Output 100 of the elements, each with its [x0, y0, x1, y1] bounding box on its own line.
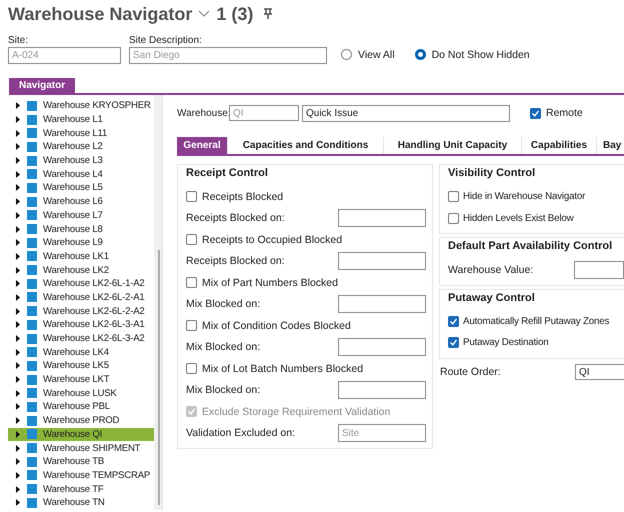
date-field[interactable] — [338, 252, 426, 270]
warehouse-icon — [27, 470, 37, 480]
tree-item[interactable]: Warehouse QI — [8, 428, 154, 442]
warehouse-icon — [27, 320, 37, 330]
group-title: Default Part Availability Control — [448, 240, 614, 254]
tree-item[interactable]: Warehouse L4 — [8, 167, 154, 182]
tree-item[interactable]: Warehouse L8 — [8, 222, 154, 236]
warehouse-icon — [27, 388, 37, 398]
checkbox[interactable] — [186, 234, 197, 246]
field-label: Warehouse: — [177, 108, 229, 118]
tab[interactable]: Capabilities — [522, 137, 597, 154]
tree-item[interactable]: Warehouse LUSK — [8, 386, 154, 400]
checkbox[interactable] — [448, 316, 459, 327]
group-title: Visibility Control — [448, 167, 536, 181]
checkbox-label: Putaway Destination — [463, 337, 549, 348]
tree-item[interactable]: Warehouse L5 — [8, 181, 154, 195]
warehouse-icon — [27, 360, 37, 371]
checkbox[interactable] — [186, 277, 197, 288]
warehouse-icon — [27, 265, 37, 276]
navigator-tab[interactable]: Navigator — [9, 78, 76, 93]
checkbox-label: Mix of Part Numbers Blocked — [202, 276, 338, 289]
radio-button[interactable] — [341, 49, 352, 60]
tab[interactable]: Bay — [597, 137, 624, 154]
tree-item[interactable]: Warehouse PROD — [8, 414, 154, 428]
tree-item[interactable]: Warehouse LK2-6L-2-A2 — [8, 304, 154, 318]
field-label: Site Description: — [129, 35, 203, 46]
tree-item[interactable]: Warehouse L7 — [8, 208, 154, 222]
checkbox[interactable] — [448, 337, 459, 348]
warehouse-icon — [27, 182, 37, 193]
tree-item[interactable]: Warehouse L6 — [8, 194, 154, 208]
pin-icon[interactable] — [263, 8, 274, 20]
scrollbar-thumb[interactable] — [158, 250, 160, 505]
tree-item[interactable]: Warehouse LK2-6L-3-A1 — [8, 318, 154, 332]
tree-item[interactable]: Warehouse LK2-6L-2-A1 — [8, 290, 154, 304]
tree-item[interactable]: Warehouse PBL — [8, 400, 154, 414]
warehouse-icon — [27, 224, 37, 234]
warehouse-icon — [27, 100, 37, 111]
field-label: Mix Blocked on: — [186, 384, 260, 396]
tree-item[interactable]: Warehouse LKT — [8, 372, 154, 386]
date-field[interactable] — [338, 381, 426, 400]
checkbox[interactable] — [186, 363, 197, 374]
warehouse-icon — [27, 334, 37, 344]
checkbox[interactable] — [448, 191, 459, 202]
route-order-field[interactable]: QI — [575, 364, 624, 380]
field-label: Mix Blocked on: — [186, 298, 260, 310]
field-label: Warehouse Value: — [448, 264, 534, 276]
tree-item[interactable]: Warehouse L3 — [8, 154, 154, 168]
tree-item[interactable]: Warehouse L1 — [8, 112, 154, 126]
tree-item[interactable]: Warehouse TF — [8, 482, 154, 496]
warehouse-icon — [27, 429, 37, 440]
tree-item[interactable]: Warehouse LK1 — [8, 250, 154, 264]
date-field[interactable] — [338, 338, 426, 356]
warehouse-icon — [27, 306, 37, 316]
date-field[interactable] — [338, 209, 426, 228]
checkbox-label: Automatically Refill Putaway Zones — [463, 316, 610, 327]
tab[interactable]: Handling Unit Capacity — [384, 137, 522, 154]
checkbox[interactable] — [186, 320, 197, 332]
checkbox-label: Mix of Condition Codes Blocked — [202, 320, 351, 332]
field-label: Site: — [8, 35, 30, 46]
tree-item[interactable]: Warehouse L2 — [8, 140, 154, 154]
checkbox-label: Exclude Storage Requirement Validation — [202, 406, 390, 418]
tree-item[interactable]: Warehouse TEMPSCRAP — [8, 468, 154, 482]
tab[interactable]: Capacities and Conditions — [228, 137, 384, 154]
checkbox[interactable] — [448, 212, 459, 224]
checkbox[interactable] — [530, 108, 541, 118]
warehouse-icon — [27, 114, 37, 125]
scrollbar[interactable] — [154, 95, 162, 510]
tree-item[interactable]: Warehouse LK2-6L-1-A2 — [8, 276, 154, 291]
chevron-down-icon[interactable] — [198, 10, 210, 18]
field-label: Receipts Blocked on: — [186, 212, 285, 224]
field-label: Receipts Blocked on: — [186, 255, 285, 268]
tree-item[interactable]: Warehouse L11 — [8, 126, 154, 140]
tree-item[interactable]: Warehouse LK2-6L-3-A2 — [8, 332, 154, 346]
warehouse-icon — [27, 456, 37, 467]
warehouse-icon — [27, 156, 37, 166]
checkbox-label: Mix of Lot Batch Numbers Blocked — [202, 362, 364, 375]
warehouse-icon — [27, 238, 37, 248]
tree-item[interactable]: Warehouse L9 — [8, 236, 154, 250]
tree-item[interactable]: Warehouse TB — [8, 454, 154, 469]
tab[interactable]: General — [177, 137, 228, 154]
warehouse-icon — [27, 128, 37, 138]
date-field[interactable] — [574, 260, 624, 279]
tree-item[interactable]: Warehouse LK2 — [8, 263, 154, 277]
radio-button[interactable] — [414, 49, 426, 60]
checkbox-label: Hide in Warehouse Navigator — [463, 191, 586, 202]
tree-item[interactable]: Warehouse LK4 — [8, 345, 154, 360]
checkbox-label: Remote — [546, 107, 583, 119]
warehouse-icon — [27, 416, 37, 426]
warehouse-icon — [27, 484, 37, 494]
warehouse-icon — [27, 292, 37, 302]
field-label: Route Order: — [440, 366, 501, 378]
date-field[interactable] — [338, 295, 426, 314]
tree-item[interactable]: Warehouse SHIPMENT — [8, 441, 154, 455]
warehouse-description-field[interactable]: Quick Issue — [302, 104, 510, 122]
tree-item[interactable]: Warehouse TN — [8, 496, 154, 510]
tree-item[interactable]: Warehouse LK5 — [8, 359, 154, 373]
warehouse-icon — [27, 443, 37, 454]
checkbox[interactable] — [186, 191, 197, 202]
tree-item[interactable]: Warehouse KRYOSPHER — [8, 99, 154, 113]
group-title: Putaway Control — [448, 292, 536, 306]
